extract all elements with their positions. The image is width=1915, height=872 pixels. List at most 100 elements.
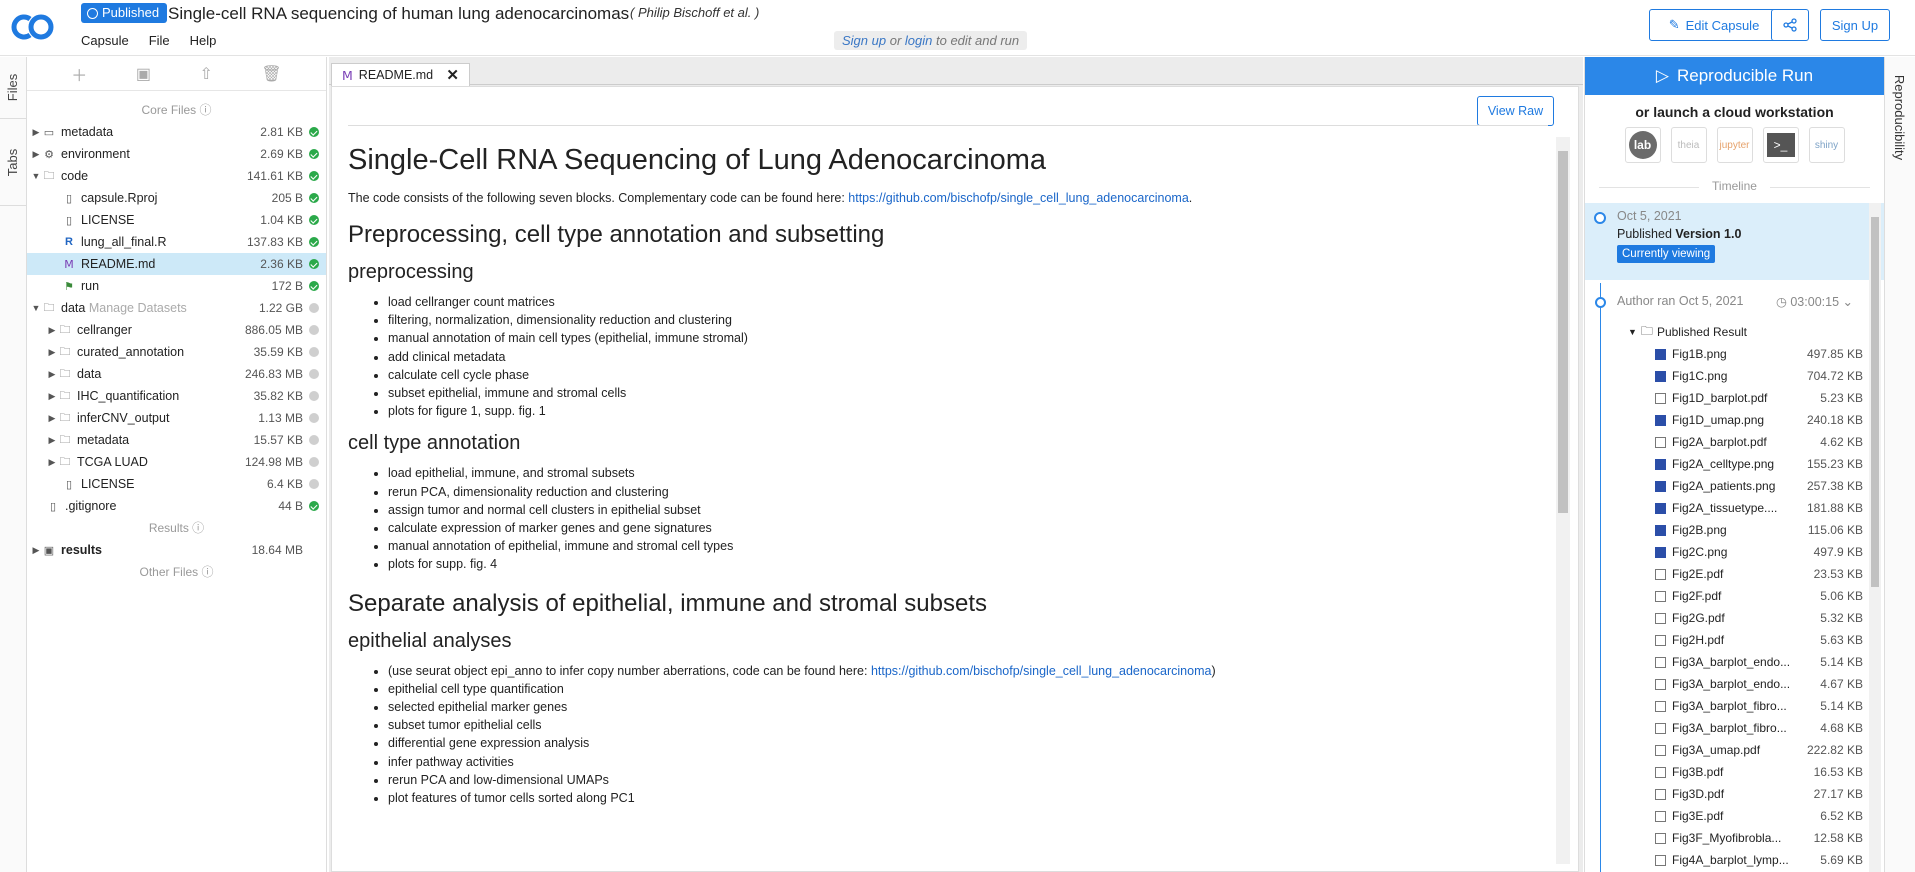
result-file[interactable]: Fig2F.pdf 5.06 KB xyxy=(1623,585,1863,607)
published-result-folder[interactable]: ▼ 🗀 Published Result xyxy=(1623,321,1863,343)
menu-help[interactable]: Help xyxy=(190,33,217,48)
left-rail: Files Tabs xyxy=(0,57,27,872)
caret-right-icon[interactable]: ▶ xyxy=(31,127,41,138)
result-file[interactable]: Fig3F_Myofibrobla... 12.58 KB xyxy=(1623,827,1863,849)
tree-row-curated-annotation[interactable]: ▶ 🗀 curated_annotation 35.59 KB xyxy=(27,341,326,363)
result-file[interactable]: Fig1C.png 704.72 KB xyxy=(1623,365,1863,387)
menu-capsule[interactable]: Capsule xyxy=(81,33,129,48)
tree-row-data[interactable]: ▼ 🗀 data Manage Datasets 1.22 GB xyxy=(27,297,326,319)
image-file-icon xyxy=(1655,458,1666,470)
result-file[interactable]: Fig3A_barplot_endo... 4.67 KB xyxy=(1623,673,1863,695)
shiny-icon[interactable]: shiny xyxy=(1808,127,1845,163)
caret-right-icon[interactable]: ▶ xyxy=(31,149,41,160)
list-item: subset epithelial, immune and stromal ce… xyxy=(388,384,1548,402)
result-file[interactable]: Fig1D_umap.png 240.18 KB xyxy=(1623,409,1863,431)
result-file[interactable]: Fig3B.pdf 16.53 KB xyxy=(1623,761,1863,783)
result-file[interactable]: Fig3A_barplot_fibro... 5.14 KB xyxy=(1623,695,1863,717)
signup-link[interactable]: Sign up xyxy=(842,33,886,48)
result-file[interactable]: Fig3E.pdf 6.52 KB xyxy=(1623,805,1863,827)
github-link[interactable]: https://github.com/bischofp/single_cell_… xyxy=(848,191,1189,205)
folder-icon: 🗀 xyxy=(43,169,55,182)
files-tab[interactable]: Files xyxy=(0,57,26,119)
result-file[interactable]: Fig2A_patients.png 257.38 KB xyxy=(1623,475,1863,497)
result-file[interactable]: Fig2B.png 115.06 KB xyxy=(1623,519,1863,541)
scroll-thumb[interactable] xyxy=(1558,151,1568,513)
manage-datasets-link[interactable]: Manage Datasets xyxy=(89,301,187,315)
share-button[interactable] xyxy=(1771,9,1809,41)
login-link[interactable]: login xyxy=(905,33,932,48)
result-file[interactable]: Fig1B.png 497.85 KB xyxy=(1623,343,1863,365)
reproducibility-tab[interactable]: Reproducibility xyxy=(1885,69,1915,165)
caret-right-icon[interactable]: ▶ xyxy=(47,435,57,446)
result-file[interactable]: Fig2H.pdf 5.63 KB xyxy=(1623,629,1863,651)
add-file-icon[interactable]: ＋ xyxy=(71,62,87,86)
tree-row-ihc[interactable]: ▶ 🗀 IHC_quantification 35.82 KB xyxy=(27,385,326,407)
sign-up-button[interactable]: Sign Up xyxy=(1820,9,1890,41)
subsection-heading: epithelial analyses xyxy=(348,629,512,652)
tabs-tab[interactable]: Tabs xyxy=(0,119,26,206)
tree-row-results[interactable]: ▶ ▣ results 18.64 MB xyxy=(27,539,326,561)
tree-row-infercnv[interactable]: ▶ 🗀 inferCNV_output 1.13 MB xyxy=(27,407,326,429)
upload-icon[interactable]: ⇧ xyxy=(199,64,212,84)
tree-row-gitignore[interactable]: ▯ .gitignore 44 B xyxy=(27,495,326,517)
tree-row-metadata-sub[interactable]: ▶ 🗀 metadata 15.57 KB xyxy=(27,429,326,451)
jupyterlab-icon[interactable]: lab xyxy=(1624,127,1661,163)
caret-right-icon[interactable]: ▶ xyxy=(47,347,57,358)
tree-row-capsule-rproj[interactable]: ▯ capsule.Rproj 205 B xyxy=(27,187,326,209)
close-icon[interactable]: ✕ xyxy=(446,66,459,84)
tree-row-readme[interactable]: Ⅿ README.md 2.36 KB xyxy=(27,253,326,275)
result-file[interactable]: Fig4A_barplot_lymp... 5.69 KB xyxy=(1623,849,1863,871)
codeocean-logo[interactable] xyxy=(8,10,60,44)
result-file[interactable]: Fig2A_celltype.png 155.23 KB xyxy=(1623,453,1863,475)
trash-icon[interactable]: 🗑 xyxy=(261,64,281,84)
menu-file[interactable]: File xyxy=(149,33,170,48)
caret-right-icon[interactable]: ▶ xyxy=(47,457,57,468)
clock-icon: ◷ xyxy=(1775,295,1787,309)
scroll-thumb[interactable] xyxy=(1871,217,1879,587)
caret-down-icon[interactable]: ▼ xyxy=(1628,327,1637,337)
caret-right-icon[interactable]: ▶ xyxy=(47,391,57,402)
check-icon xyxy=(309,215,319,225)
theia-icon[interactable]: theia xyxy=(1670,127,1707,163)
edit-capsule-button[interactable]: ✎ Edit Capsule xyxy=(1649,9,1779,41)
timeline-entry-published[interactable]: Oct 5, 2021 Published Version 1.0 Curren… xyxy=(1585,203,1884,280)
caret-right-icon[interactable]: ▶ xyxy=(47,369,57,380)
terminal-icon[interactable]: >_ xyxy=(1762,127,1799,163)
tree-row-metadata[interactable]: ▶ ▭ metadata 2.81 KB xyxy=(27,121,326,143)
caret-down-icon[interactable]: ▼ xyxy=(31,303,41,313)
tree-row-environment[interactable]: ▶ ⚙ environment 2.69 KB xyxy=(27,143,326,165)
result-file[interactable]: Fig2A_tissuetype.... 181.88 KB xyxy=(1623,497,1863,519)
tree-row-run[interactable]: ⚑ run 172 B xyxy=(27,275,326,297)
reproducible-run-button[interactable]: ▷ Reproducible Run xyxy=(1585,57,1884,95)
caret-down-icon[interactable]: ▼ xyxy=(31,171,41,181)
caret-right-icon[interactable]: ▶ xyxy=(47,413,57,424)
caret-right-icon[interactable]: ▶ xyxy=(47,325,57,336)
result-file[interactable]: Fig2A_barplot.pdf 4.62 KB xyxy=(1623,431,1863,453)
github-link[interactable]: https://github.com/bischofp/single_cell_… xyxy=(871,664,1212,678)
jupyter-icon[interactable]: jupyter xyxy=(1716,127,1753,163)
tree-row-data-sub[interactable]: ▶ 🗀 data 246.83 MB xyxy=(27,363,326,385)
result-file[interactable]: Fig2E.pdf 23.53 KB xyxy=(1623,563,1863,585)
add-folder-icon[interactable]: ▣ xyxy=(136,64,151,84)
view-raw-button[interactable]: View Raw xyxy=(1477,96,1554,126)
result-file[interactable]: Fig3A_barplot_fibro... 4.68 KB xyxy=(1623,717,1863,739)
editor-scrollbar[interactable] xyxy=(1556,137,1570,864)
result-file[interactable]: Fig3D.pdf 27.17 KB xyxy=(1623,783,1863,805)
timeline-dot xyxy=(1595,297,1606,308)
tree-row-license[interactable]: ▯ LICENSE 1.04 KB xyxy=(27,209,326,231)
result-file[interactable]: Fig1D_barplot.pdf 5.23 KB xyxy=(1623,387,1863,409)
result-file[interactable]: Fig3A_barplot_endo... 5.14 KB xyxy=(1623,651,1863,673)
caret-right-icon[interactable]: ▶ xyxy=(31,545,41,556)
tree-row-license-data[interactable]: ▯ LICENSE 6.4 KB xyxy=(27,473,326,495)
result-file[interactable]: Fig3A_umap.pdf 222.82 KB xyxy=(1623,739,1863,761)
tree-row-lung-all-final[interactable]: Rlung_all_final.R 137.83 KB xyxy=(27,231,326,253)
chevron-down-icon[interactable]: ⌄ xyxy=(1843,295,1853,309)
result-file[interactable]: Fig2G.pdf 5.32 KB xyxy=(1623,607,1863,629)
tree-row-tcga[interactable]: ▶ 🗀 TCGA LUAD 124.98 MB xyxy=(27,451,326,473)
tree-row-cellranger[interactable]: ▶ 🗀 cellranger 886.05 MB xyxy=(27,319,326,341)
tree-row-code[interactable]: ▼ 🗀 code 141.61 KB xyxy=(27,165,326,187)
tab-readme[interactable]: Ⅿ README.md ✕ xyxy=(331,63,470,86)
timeline-entry-run[interactable]: Author ran Oct 5, 2021 ◷ 03:00:15 ⌄ xyxy=(1617,294,1853,309)
result-file[interactable]: Fig2C.png 497.9 KB xyxy=(1623,541,1863,563)
timeline-scrollbar[interactable] xyxy=(1869,203,1881,872)
